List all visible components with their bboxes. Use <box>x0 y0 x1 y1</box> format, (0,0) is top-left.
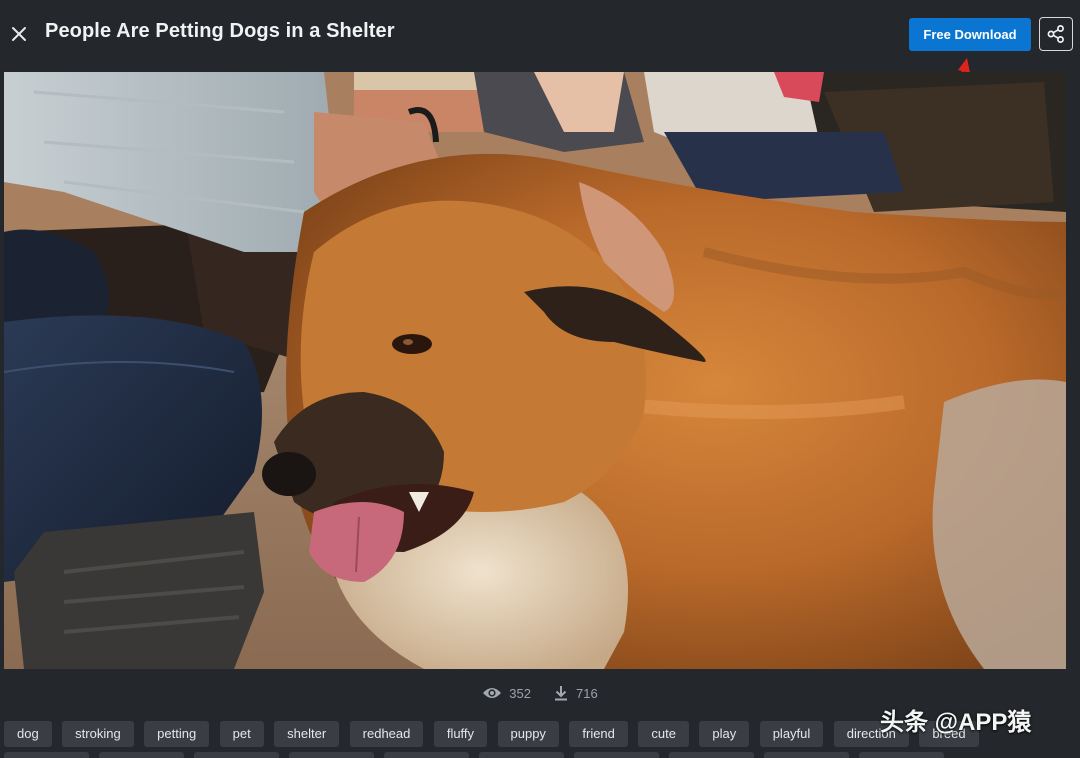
watermark: 头条 @APP猿 <box>880 709 1032 736</box>
tag-partial[interactable] <box>4 752 89 758</box>
tag-partial[interactable] <box>574 752 659 758</box>
photo-stats: 352 716 <box>0 682 1080 704</box>
downloads-count: 716 <box>576 685 598 701</box>
viewer-header: People Are Petting Dogs in a Shelter Fre… <box>0 0 1080 107</box>
tag[interactable]: dog <box>4 721 52 747</box>
tag-partial[interactable] <box>764 752 849 758</box>
free-download-button[interactable]: Free Download <box>909 18 1031 51</box>
tag-partial[interactable] <box>384 752 469 758</box>
views-stat: 352 <box>482 686 531 701</box>
tag[interactable]: petting <box>144 721 210 747</box>
page-title: People Are Petting Dogs in a Shelter <box>45 20 395 42</box>
tag-partial[interactable] <box>194 752 279 758</box>
share-button[interactable] <box>1039 17 1073 51</box>
tag-partial[interactable] <box>99 752 184 758</box>
tag[interactable]: puppy <box>497 721 559 747</box>
tag[interactable]: play <box>699 721 750 747</box>
tag[interactable]: shelter <box>274 721 340 747</box>
tag[interactable]: fluffy <box>433 721 488 747</box>
tag-partial[interactable] <box>669 752 754 758</box>
tag[interactable]: stroking <box>62 721 134 747</box>
views-count: 352 <box>509 685 531 701</box>
tag[interactable]: cute <box>638 721 689 747</box>
photo-viewer: People Are Petting Dogs in a Shelter Fre… <box>0 0 1080 758</box>
download-icon <box>555 686 567 701</box>
tag-partial[interactable] <box>859 752 944 758</box>
tag[interactable]: friend <box>569 721 628 747</box>
tag[interactable]: redhead <box>349 721 424 747</box>
tag-partial[interactable] <box>289 752 374 758</box>
close-button[interactable] <box>6 20 32 48</box>
tag[interactable]: pet <box>219 721 264 747</box>
downloads-stat: 716 <box>553 685 598 701</box>
share-icon <box>1047 25 1064 43</box>
tag[interactable]: playful <box>759 721 824 747</box>
tag-partial[interactable] <box>479 752 564 758</box>
close-icon <box>12 27 26 41</box>
tag-list-next-row <box>4 752 1080 758</box>
eye-icon <box>483 688 502 698</box>
dog-photo[interactable] <box>4 72 1066 669</box>
